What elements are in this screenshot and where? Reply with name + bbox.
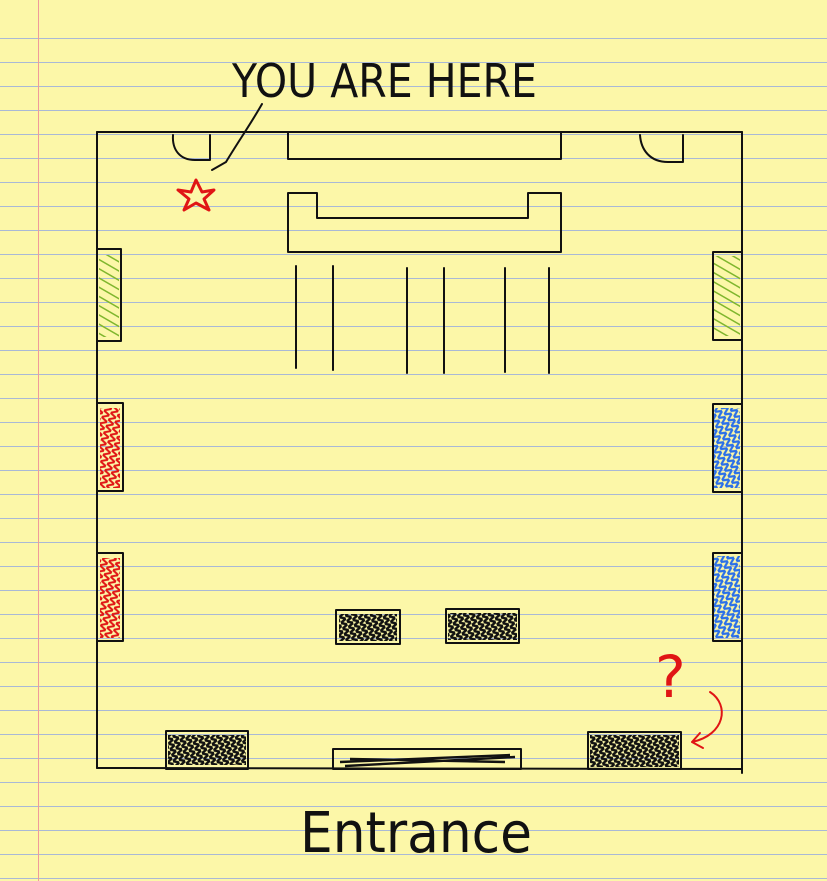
- star-icon: [176, 178, 216, 212]
- red-shelf-left-2: [100, 558, 120, 638]
- blue-shelf-right-1: [714, 408, 740, 488]
- bottom-displays: [165, 730, 682, 770]
- question-mark: ?: [655, 643, 686, 711]
- u-counter: [287, 192, 562, 253]
- door-right: [639, 134, 684, 163]
- aisle-lines: [295, 265, 550, 374]
- red-shelf-left-1: [100, 408, 120, 488]
- middle-displays: [335, 608, 520, 645]
- curved-arrow-icon: [691, 691, 723, 749]
- top-counter: [287, 131, 562, 160]
- store-map: YOU ARE HERE ? Entrance: [96, 54, 743, 866]
- blue-shelf-right-2: [714, 556, 740, 638]
- right-shelves: [712, 251, 743, 642]
- door-left: [171, 134, 211, 161]
- green-shelf-left: [99, 255, 119, 337]
- green-shelf-right: [714, 256, 740, 336]
- you-are-here-label: YOU ARE HERE: [231, 54, 537, 108]
- pointer-line: [211, 103, 263, 171]
- left-shelves: [96, 248, 124, 642]
- notebook-paper: YOU ARE HERE ? Entrance: [0, 0, 827, 881]
- outer-walls: [96, 131, 743, 774]
- entrance-label: Entrance: [300, 801, 532, 866]
